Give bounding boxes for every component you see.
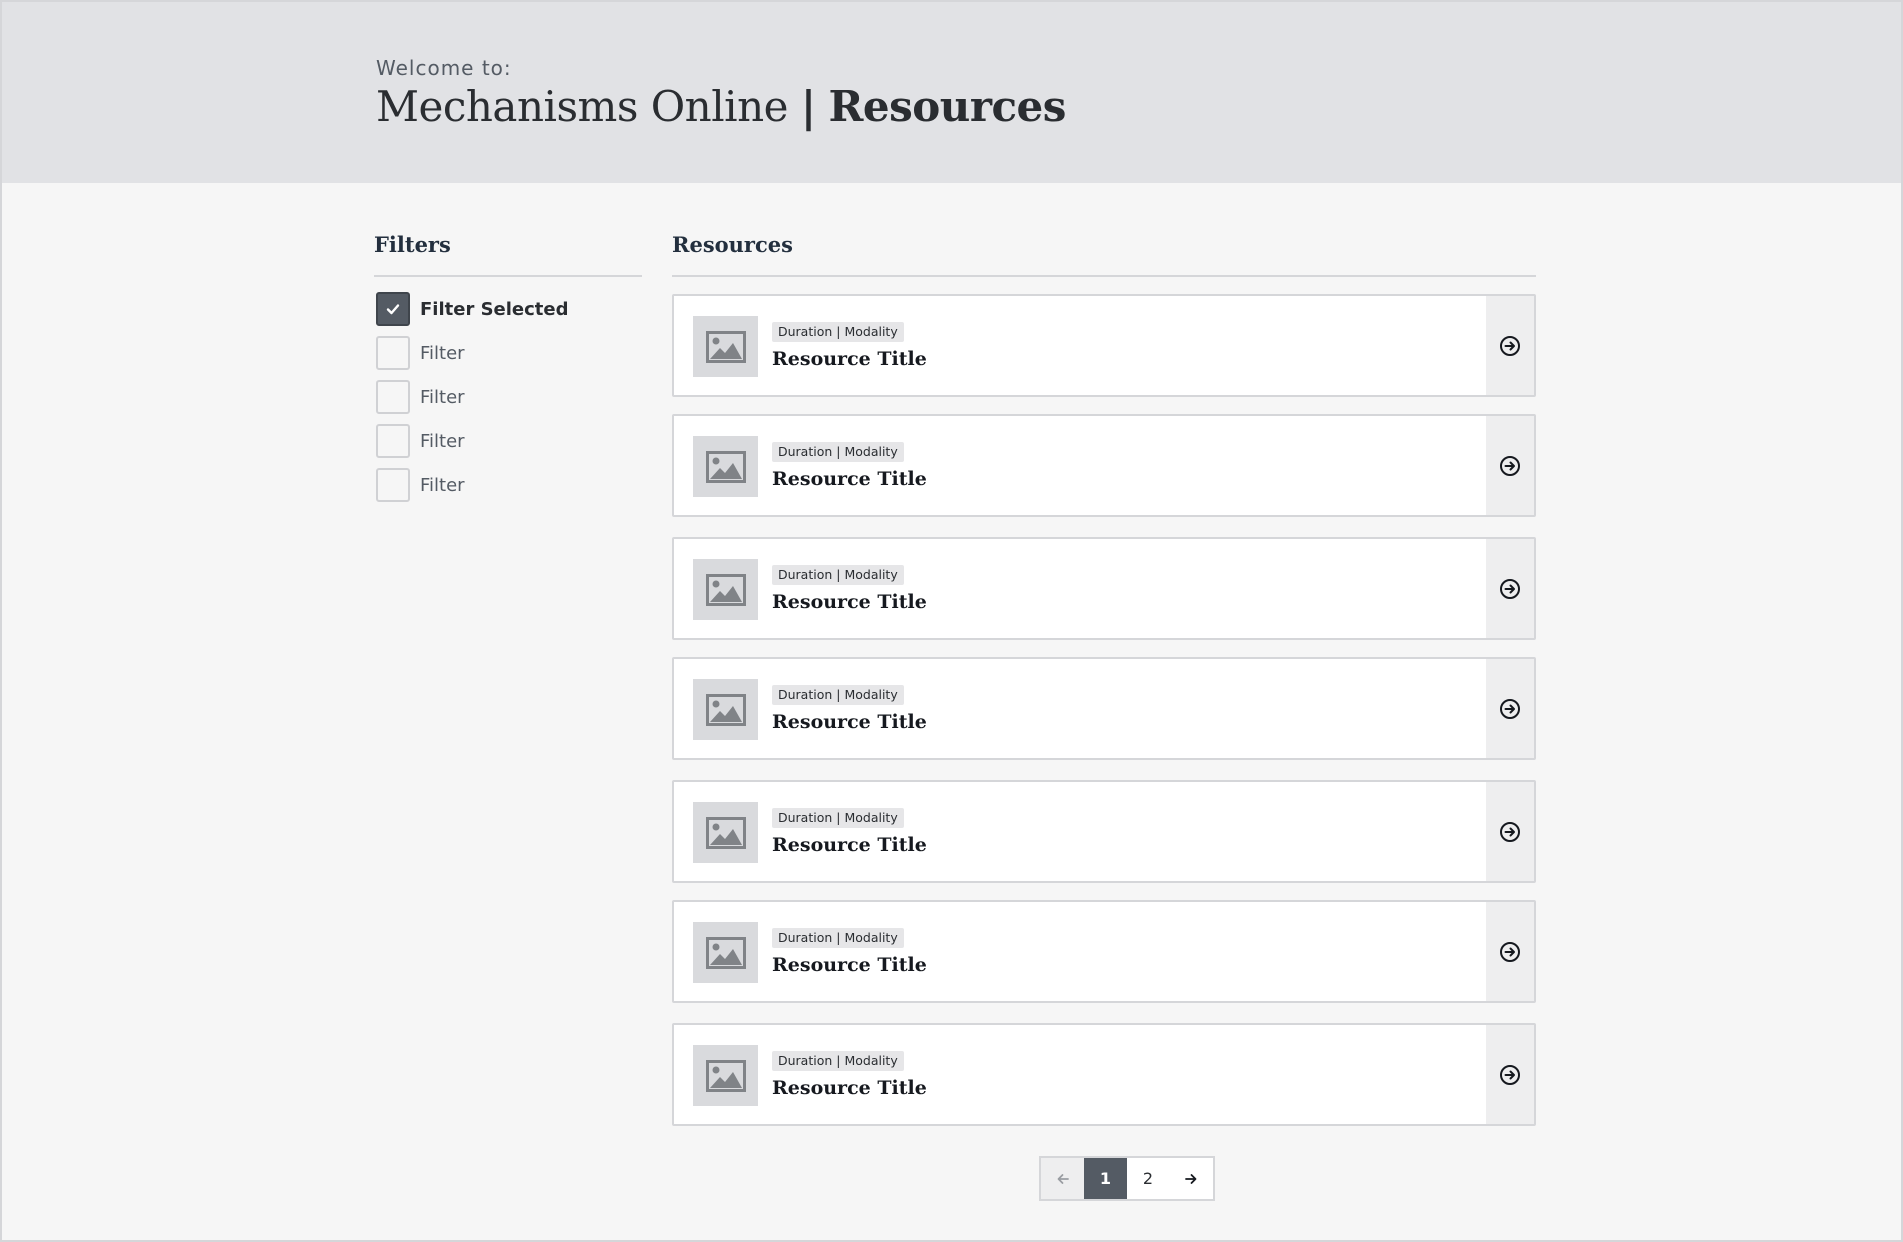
filter-label: Filter: [420, 386, 465, 408]
page-title: Mechanisms Online | Resources: [376, 82, 1066, 131]
checkmark-icon: [386, 304, 400, 315]
filter-checkbox[interactable]: [376, 424, 410, 458]
open-resource-button[interactable]: [1486, 902, 1534, 1001]
resource-title[interactable]: Resource Title: [772, 954, 927, 976]
filter-label: Filter: [420, 342, 465, 364]
page-frame: Welcome to: Mechanisms Online | Resource…: [0, 0, 1903, 1242]
image-placeholder-icon: [693, 802, 758, 863]
open-resource-button[interactable]: [1486, 659, 1534, 758]
site-name: Mechanisms Online: [376, 82, 789, 131]
resource-card[interactable]: Duration | Modality Resource Title: [672, 414, 1536, 517]
image-placeholder-icon: [693, 922, 758, 983]
resource-title[interactable]: Resource Title: [772, 711, 927, 733]
resource-card[interactable]: Duration | Modality Resource Title: [672, 294, 1536, 397]
page-header: Welcome to: Mechanisms Online | Resource…: [2, 2, 1901, 183]
resource-card[interactable]: Duration | Modality Resource Title: [672, 537, 1536, 640]
resource-title[interactable]: Resource Title: [772, 348, 927, 370]
arrow-circle-right-icon: [1500, 335, 1520, 356]
arrow-circle-right-icon: [1500, 698, 1520, 719]
resource-title[interactable]: Resource Title: [772, 1077, 927, 1099]
image-placeholder-icon: [693, 436, 758, 497]
next-page-button[interactable]: [1169, 1158, 1213, 1199]
open-resource-button[interactable]: [1486, 296, 1534, 395]
resource-title[interactable]: Resource Title: [772, 468, 927, 490]
filters-divider: [374, 275, 642, 277]
resource-card[interactable]: Duration | Modality Resource Title: [672, 780, 1536, 883]
page-button-current[interactable]: 1: [1084, 1158, 1127, 1199]
arrow-circle-right-icon: [1500, 1064, 1520, 1085]
image-placeholder-icon: [693, 316, 758, 377]
resource-meta-badge: Duration | Modality: [772, 565, 904, 585]
page-button[interactable]: 2: [1127, 1158, 1169, 1199]
arrow-right-icon: [1185, 1173, 1197, 1184]
arrow-circle-right-icon: [1500, 455, 1520, 476]
open-resource-button[interactable]: [1486, 1025, 1534, 1124]
filter-option[interactable]: Filter: [376, 468, 465, 502]
filter-option[interactable]: Filter: [376, 380, 465, 414]
filter-option[interactable]: Filter Selected: [376, 292, 569, 326]
resource-card[interactable]: Duration | Modality Resource Title: [672, 657, 1536, 760]
open-resource-button[interactable]: [1486, 782, 1534, 881]
filters-heading: Filters: [374, 232, 451, 257]
resource-card[interactable]: Duration | Modality Resource Title: [672, 900, 1536, 1003]
section-name: Resources: [828, 82, 1067, 131]
resources-divider: [672, 275, 1536, 277]
arrow-circle-right-icon: [1500, 578, 1520, 599]
previous-page-button[interactable]: [1041, 1158, 1084, 1199]
resource-meta-badge: Duration | Modality: [772, 685, 904, 705]
resource-title[interactable]: Resource Title: [772, 591, 927, 613]
welcome-text: Welcome to:: [376, 56, 512, 80]
image-placeholder-icon: [693, 559, 758, 620]
resource-meta-badge: Duration | Modality: [772, 442, 904, 462]
filter-checkbox[interactable]: [376, 380, 410, 414]
filter-checkbox[interactable]: [376, 336, 410, 370]
resources-heading: Resources: [672, 232, 793, 257]
arrow-circle-right-icon: [1500, 941, 1520, 962]
resource-meta-badge: Duration | Modality: [772, 1051, 904, 1071]
filter-checkbox-checked[interactable]: [376, 292, 410, 326]
arrow-circle-right-icon: [1500, 821, 1520, 842]
filter-option[interactable]: Filter: [376, 424, 465, 458]
filter-option[interactable]: Filter: [376, 336, 465, 370]
pagination: 1 2: [1039, 1156, 1215, 1201]
resource-meta-badge: Duration | Modality: [772, 322, 904, 342]
image-placeholder-icon: [693, 679, 758, 740]
resource-title[interactable]: Resource Title: [772, 834, 927, 856]
resource-meta-badge: Duration | Modality: [772, 808, 904, 828]
open-resource-button[interactable]: [1486, 416, 1534, 515]
open-resource-button[interactable]: [1486, 539, 1534, 638]
arrow-left-icon: [1057, 1173, 1069, 1184]
image-placeholder-icon: [693, 1045, 758, 1106]
filter-label: Filter Selected: [420, 298, 569, 320]
title-separator: |: [800, 82, 816, 131]
resource-meta-badge: Duration | Modality: [772, 928, 904, 948]
resource-card[interactable]: Duration | Modality Resource Title: [672, 1023, 1536, 1126]
filter-label: Filter: [420, 474, 465, 496]
filter-label: Filter: [420, 430, 465, 452]
filter-checkbox[interactable]: [376, 468, 410, 502]
